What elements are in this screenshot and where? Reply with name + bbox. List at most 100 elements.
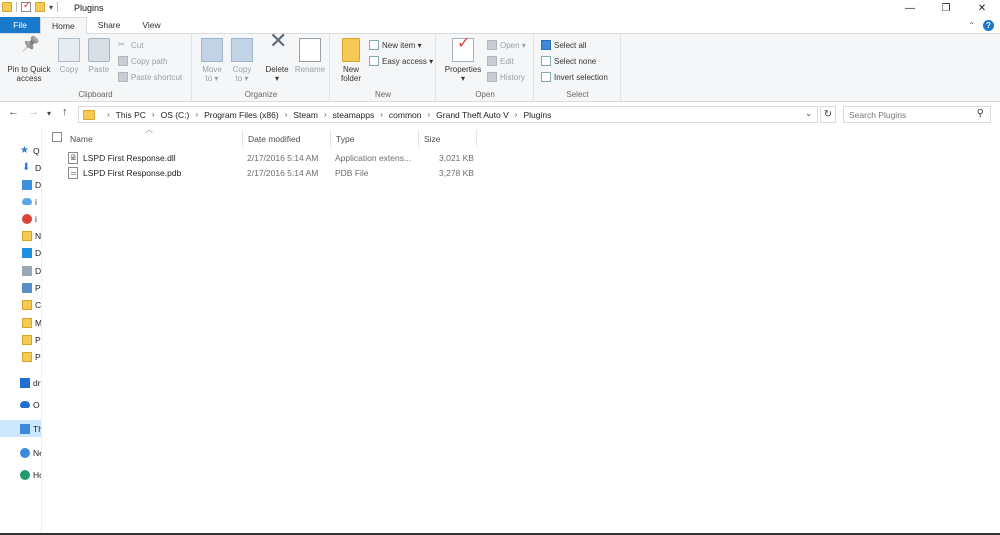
- delete-label-line1: Delete: [265, 65, 289, 74]
- new-item-icon: [369, 40, 379, 50]
- properties-label-line1: Properties: [444, 65, 482, 74]
- tab-view[interactable]: View: [131, 17, 171, 33]
- select-all-button[interactable]: Select all: [541, 40, 586, 50]
- nav-pane-item[interactable]: i: [0, 210, 41, 227]
- breadcrumb-os-c[interactable]: OS (C:): [161, 110, 190, 120]
- address-dropdown-icon[interactable]: ⌄: [805, 109, 812, 118]
- move-to-button[interactable]: Move to ▾: [199, 38, 225, 83]
- folder-icon: [22, 317, 32, 328]
- properties-quick-icon[interactable]: [21, 0, 31, 12]
- nav-pane-item-label: i: [35, 196, 37, 207]
- up-arrow-icon[interactable]: ↑: [62, 106, 68, 118]
- select-none-button[interactable]: Select none: [541, 56, 596, 66]
- nav-pane-item[interactable]: i: [0, 193, 41, 210]
- file-name[interactable]: LSPD First Response.pdb: [83, 168, 181, 178]
- breadcrumb-separator-icon[interactable]: ›: [152, 110, 155, 119]
- clipboard-group-label: Clipboard: [78, 90, 113, 99]
- breadcrumb-separator-icon[interactable]: ›: [195, 110, 198, 119]
- nav-pane-item[interactable]: C: [0, 296, 41, 313]
- copy-path-button[interactable]: Copy path: [118, 56, 167, 66]
- table-row[interactable]: LSPD First Response.pdb 2/17/2016 5:14 AM…: [65, 167, 485, 182]
- column-header-name[interactable]: Name: [65, 130, 243, 147]
- nav-pane-item[interactable]: P: [0, 279, 41, 296]
- nav-pane-item[interactable]: Th: [0, 420, 41, 437]
- edit-button[interactable]: Edit: [487, 56, 514, 66]
- search-box[interactable]: ⚲: [843, 106, 991, 123]
- nav-pane-item[interactable]: P: [0, 331, 41, 348]
- breadcrumb-plugins[interactable]: Plugins: [523, 110, 551, 120]
- select-all-checkbox[interactable]: [52, 132, 62, 142]
- nav-pane-item[interactable]: D: [0, 262, 41, 279]
- copy-to-button[interactable]: Copy to ▾: [229, 38, 255, 83]
- breadcrumb-steam[interactable]: Steam: [293, 110, 318, 120]
- delete-button[interactable]: Delete ▾: [263, 36, 291, 83]
- nav-pane-item[interactable]: D: [0, 244, 41, 261]
- column-header-type[interactable]: Type: [331, 130, 419, 147]
- open-button[interactable]: Open ▾: [487, 40, 526, 50]
- breadcrumb-program-files[interactable]: Program Files (x86): [204, 110, 279, 120]
- properties-button[interactable]: Properties ▾: [441, 38, 485, 83]
- breadcrumb-common[interactable]: common: [389, 110, 422, 120]
- select-all-label: Select all: [554, 40, 587, 50]
- minimize-button[interactable]: —: [892, 0, 928, 16]
- tab-home[interactable]: Home: [40, 17, 87, 34]
- breadcrumb-gta-v[interactable]: Grand Theft Auto V: [436, 110, 509, 120]
- column-header-date-modified[interactable]: Date modified: [243, 130, 331, 147]
- cut-label: Cut: [131, 40, 144, 50]
- breadcrumb-steamapps[interactable]: steamapps: [333, 110, 375, 120]
- invert-selection-button[interactable]: Invert selection: [541, 72, 608, 82]
- rename-button[interactable]: Rename: [293, 38, 327, 74]
- new-folder-quick-icon[interactable]: [35, 2, 45, 12]
- collapse-ribbon-icon[interactable]: ⌃: [968, 21, 975, 30]
- help-icon[interactable]: ?: [983, 19, 994, 31]
- open-group: Properties ▾ Open ▾ Edit History Open: [437, 34, 534, 102]
- breadcrumb-separator-icon[interactable]: ›: [515, 110, 518, 119]
- tab-file[interactable]: File: [0, 17, 40, 33]
- nav-pane-item[interactable]: ⬇ D: [0, 159, 41, 176]
- column-header-size[interactable]: Size: [419, 130, 477, 147]
- breadcrumb-this-pc[interactable]: This PC: [116, 110, 146, 120]
- breadcrumb-separator-icon[interactable]: ›: [380, 110, 383, 119]
- nav-pane-item[interactable]: Ne: [0, 444, 41, 461]
- homegroup-icon: [20, 469, 30, 480]
- recent-locations-icon[interactable]: ▾: [47, 109, 51, 118]
- nav-pane-item[interactable]: Ho: [0, 466, 41, 483]
- nav-pane-item[interactable]: N: [0, 227, 41, 244]
- history-button[interactable]: History: [487, 72, 525, 82]
- file-name[interactable]: LSPD First Response.dll: [83, 153, 176, 163]
- file-type: Application extens...: [335, 153, 412, 163]
- nav-pane-item[interactable]: ★ Q: [0, 142, 41, 159]
- copy-button[interactable]: Copy: [56, 38, 82, 74]
- nav-pane-item[interactable]: O: [0, 396, 41, 413]
- breadcrumb-separator-icon[interactable]: ›: [324, 110, 327, 119]
- maximize-button[interactable]: ❐: [928, 0, 964, 16]
- forward-arrow-icon[interactable]: →: [28, 106, 39, 118]
- nav-pane-item[interactable]: dr: [0, 374, 41, 391]
- nav-pane-item[interactable]: D: [0, 176, 41, 193]
- nav-pane-item[interactable]: M: [0, 314, 41, 331]
- tab-share[interactable]: Share: [87, 17, 132, 33]
- organize-group-label: Organize: [244, 90, 278, 99]
- breadcrumb-separator-icon[interactable]: ›: [285, 110, 288, 119]
- pin-icon: [18, 38, 40, 62]
- easy-access-button[interactable]: Easy access ▾: [369, 56, 433, 66]
- paste-button[interactable]: Paste: [86, 38, 112, 74]
- new-folder-button[interactable]: New folder: [335, 38, 367, 83]
- copy-label: Copy: [59, 65, 79, 74]
- search-icon[interactable]: ⚲: [977, 108, 984, 119]
- back-arrow-icon[interactable]: ←: [8, 106, 19, 118]
- pin-to-quick-access-button[interactable]: Pin to Quick access: [4, 38, 54, 83]
- nav-pane-item[interactable]: P: [0, 348, 41, 365]
- delete-icon: [266, 36, 288, 62]
- refresh-button[interactable]: ↻: [820, 106, 836, 123]
- table-row[interactable]: LSPD First Response.dll 2/17/2016 5:14 AM…: [65, 152, 485, 167]
- new-item-button[interactable]: New item ▾: [369, 40, 422, 50]
- customize-toolbar-icon[interactable]: ▾: [49, 3, 53, 12]
- paste-shortcut-button[interactable]: Paste shortcut: [118, 72, 182, 82]
- address-bar[interactable]: › This PC › OS (C:) › Program Files (x86…: [78, 106, 818, 123]
- close-button[interactable]: ✕: [964, 0, 1000, 16]
- breadcrumb-separator-icon[interactable]: ›: [427, 110, 430, 119]
- cut-button[interactable]: ✂ Cut: [118, 40, 143, 50]
- search-input[interactable]: [849, 109, 969, 120]
- paste-shortcut-label: Paste shortcut: [131, 72, 183, 82]
